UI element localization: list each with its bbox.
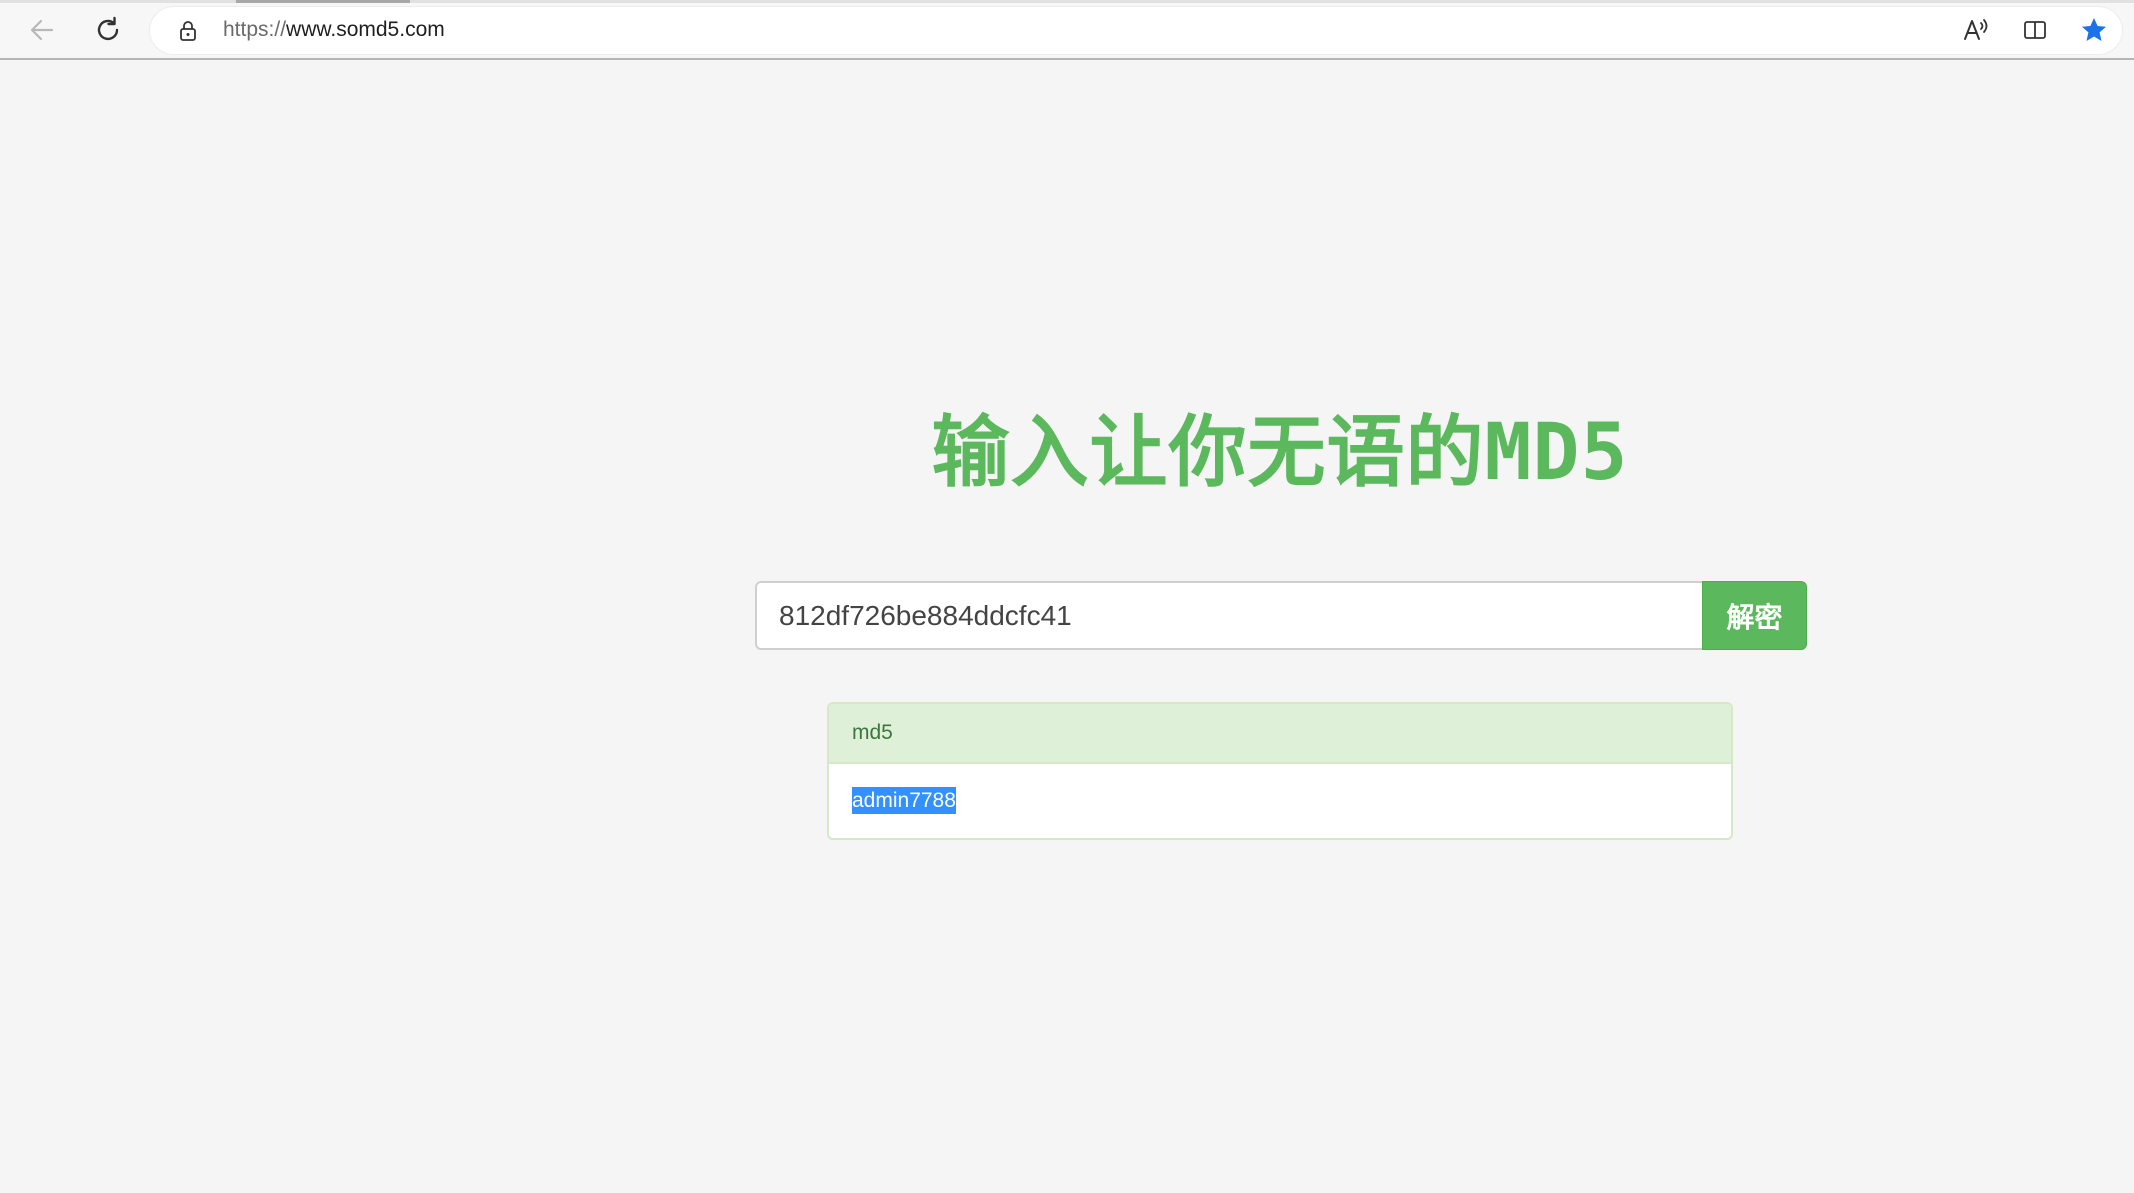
reload-button[interactable] [90,12,126,48]
lock-icon[interactable] [176,19,200,43]
url-scheme: https:// [223,18,287,41]
browser-toolbar: https://www.somd5.com [0,0,2134,60]
split-screen-icon [2024,21,2046,39]
star-icon [2082,18,2106,41]
arrow-left-icon [30,19,54,41]
result-panel: md5 admin7788 [827,702,1733,840]
reload-icon [97,16,119,41]
search-form: 解密 [755,581,1807,650]
active-tab-indicator[interactable] [236,0,410,3]
read-aloud-button[interactable] [1958,12,1994,48]
page-title: 输入让你无语的MD5 [931,408,1629,498]
read-aloud-icon [1964,19,1988,40]
result-heading: md5 [829,704,1731,764]
url-host: www.somd5.com [286,18,445,41]
hash-input[interactable] [755,581,1702,650]
url-text[interactable]: https://www.somd5.com [223,18,445,42]
result-value[interactable]: admin7788 [852,787,956,814]
result-body: admin7788 [829,764,1731,816]
back-button[interactable] [24,12,60,48]
address-bar[interactable]: https://www.somd5.com [150,7,2122,54]
decrypt-button[interactable]: 解密 [1702,581,1807,650]
split-screen-button[interactable] [2017,12,2053,48]
favorite-button[interactable] [2076,12,2112,48]
